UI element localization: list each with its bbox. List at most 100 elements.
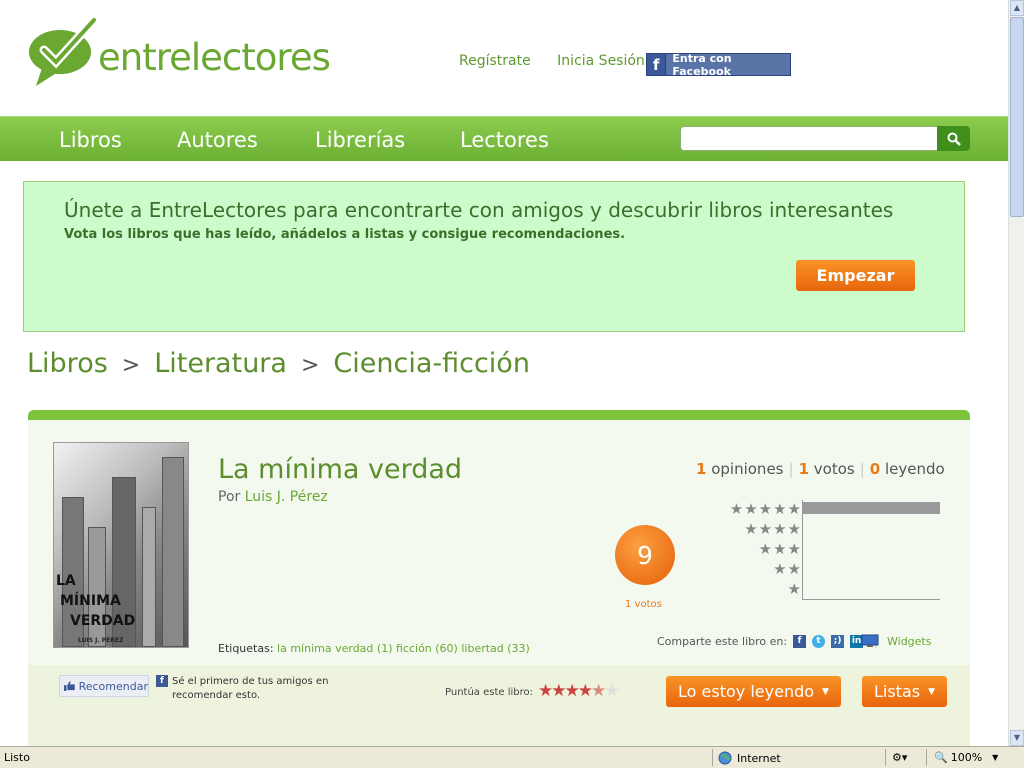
rate-star-filled[interactable]: ★★★★ bbox=[538, 681, 593, 701]
breadcrumb: Libros > Literatura > Ciencia-ficción bbox=[27, 348, 530, 379]
share-label: Comparte este libro en: bbox=[657, 634, 788, 648]
distribution-stars-label: ★★★★ bbox=[744, 520, 802, 538]
breadcrumb-literatura[interactable]: Literatura bbox=[154, 348, 287, 379]
scroll-down-arrow-icon[interactable]: ▼ bbox=[1010, 730, 1024, 746]
vertical-scrollbar[interactable]: ▲ ▼ bbox=[1008, 0, 1024, 746]
nav-item-librerias[interactable]: Librerías bbox=[315, 128, 405, 152]
facebook-icon: f bbox=[647, 54, 667, 75]
search-input[interactable] bbox=[680, 126, 938, 151]
recommend-label: Recomendar bbox=[78, 679, 148, 693]
chevron-down-icon: ▼ bbox=[822, 686, 829, 697]
reading-status-button[interactable]: Lo estoy leyendo ▼ bbox=[666, 676, 841, 707]
lists-button-label: Listas bbox=[873, 682, 921, 701]
votes-count: 1 bbox=[798, 460, 809, 478]
status-divider bbox=[885, 749, 886, 766]
logo-text: entrelectores bbox=[98, 36, 331, 79]
rating-distribution: ★★★★★ ★★★★ ★★★ ★★ ★ bbox=[718, 500, 942, 600]
tuenti-share-icon[interactable]: ;) bbox=[831, 634, 845, 648]
reading-button-label: Lo estoy leyendo bbox=[678, 682, 815, 701]
scroll-up-arrow-icon[interactable]: ▲ bbox=[1010, 0, 1024, 16]
distribution-stars-label: ★★ bbox=[773, 560, 802, 578]
distribution-baseline bbox=[802, 599, 940, 600]
protected-mode-icon[interactable]: ⚙▾ bbox=[892, 751, 907, 764]
book-card: LA MÍNIMA VERDAD LUIS J. PÉREZ La mínima… bbox=[28, 410, 970, 746]
lists-button[interactable]: Listas ▼ bbox=[862, 676, 947, 707]
nav-item-lectores[interactable]: Lectores bbox=[460, 128, 549, 152]
rate-stars[interactable]: ★★★★★★ bbox=[538, 681, 620, 701]
nav-item-autores[interactable]: Autores bbox=[177, 128, 258, 152]
distribution-stars-label: ★ bbox=[787, 580, 802, 598]
promo-title: Únete a EntreLectores para encontrarte c… bbox=[64, 198, 894, 222]
cover-building bbox=[162, 457, 184, 647]
cover-building bbox=[142, 507, 156, 647]
score-badge: 9 bbox=[615, 525, 675, 585]
rate-star-half[interactable]: ★ bbox=[591, 681, 606, 701]
widgets-label: Widgets bbox=[887, 634, 932, 648]
thumbs-up-icon bbox=[64, 681, 75, 691]
score-votes: 1 votos bbox=[625, 599, 662, 610]
distribution-bar bbox=[802, 502, 940, 514]
rate-label: Puntúa este libro: bbox=[445, 687, 533, 698]
book-author-line: Por Luis J. Pérez bbox=[218, 489, 328, 505]
widgets-link[interactable]: Widgets bbox=[861, 634, 932, 648]
twitter-share-icon[interactable]: t bbox=[812, 634, 826, 648]
chevron-down-icon: ▼ bbox=[928, 686, 936, 697]
register-link[interactable]: Regístrate bbox=[459, 53, 531, 69]
by-label: Por bbox=[218, 489, 241, 505]
cover-author: LUIS J. PÉREZ bbox=[78, 637, 124, 644]
facebook-share-icon[interactable]: f bbox=[793, 634, 807, 648]
distribution-stars-label: ★★★ bbox=[758, 540, 802, 558]
status-divider bbox=[712, 749, 713, 766]
breadcrumb-libros[interactable]: Libros bbox=[27, 348, 108, 379]
zoom-control[interactable]: 🔍 100% ▼ bbox=[934, 751, 998, 764]
book-actions-bar: Recomendar f Sé el primero de tus amigos… bbox=[28, 665, 970, 746]
tag-link[interactable]: ficción (60) bbox=[396, 642, 458, 655]
breadcrumb-ciencia-ficcion[interactable]: Ciencia-ficción bbox=[333, 348, 530, 379]
monitor-icon bbox=[861, 634, 879, 647]
start-button[interactable]: Empezar bbox=[796, 260, 915, 291]
search-button[interactable] bbox=[937, 126, 970, 151]
opinions-label[interactable]: opiniones bbox=[711, 460, 783, 478]
rate-star-empty[interactable]: ★ bbox=[604, 681, 619, 701]
login-link[interactable]: Inicia Sesión bbox=[557, 53, 645, 69]
zoom-icon: 🔍 bbox=[934, 751, 948, 764]
scrollbar-thumb[interactable] bbox=[1010, 17, 1024, 217]
stats-divider: | bbox=[859, 460, 865, 478]
reading-label[interactable]: leyendo bbox=[885, 460, 945, 478]
security-zone: Internet bbox=[718, 751, 781, 765]
site-logo[interactable]: entrelectores bbox=[28, 14, 338, 90]
author-link[interactable]: Luis J. Pérez bbox=[245, 489, 328, 505]
breadcrumb-separator: > bbox=[300, 353, 320, 378]
zone-label: Internet bbox=[737, 751, 781, 765]
opinions-count: 1 bbox=[696, 460, 707, 478]
facebook-small-icon: f bbox=[156, 675, 168, 687]
cover-title-line: LA bbox=[56, 573, 76, 589]
distribution-axis bbox=[802, 500, 803, 600]
book-stats: 1 opiniones | 1 votos | 0 leyendo bbox=[696, 460, 945, 478]
nav-item-libros[interactable]: Libros bbox=[59, 128, 122, 152]
tag-link[interactable]: la mínima verdad (1) bbox=[277, 642, 392, 655]
book-title: La mínima verdad bbox=[218, 454, 463, 485]
recommend-text: Sé el primero de tus amigos en recomenda… bbox=[172, 676, 329, 701]
zoom-level: 100% bbox=[950, 751, 983, 764]
recommend-button[interactable]: Recomendar bbox=[59, 675, 149, 697]
tag-link[interactable]: libertad (33) bbox=[461, 642, 530, 655]
tags-line: Etiquetas: la mínima verdad (1) ficción … bbox=[218, 642, 530, 655]
top-links: Regístrate Inicia Sesión bbox=[459, 53, 667, 69]
distribution-stars-label: ★★★★★ bbox=[729, 500, 802, 518]
main-nav: Libros Autores Librerías Lectores bbox=[0, 116, 1008, 161]
web-page: entrelectores Regístrate Inicia Sesión f… bbox=[0, 0, 1008, 746]
promo-subtitle: Vota los libros que has leído, añádelos … bbox=[64, 227, 626, 242]
book-cover[interactable]: LA MÍNIMA VERDAD LUIS J. PÉREZ bbox=[53, 442, 189, 648]
votes-label[interactable]: votos bbox=[814, 460, 855, 478]
status-text: Listo bbox=[4, 751, 30, 764]
tags-label: Etiquetas: bbox=[218, 642, 274, 655]
facebook-button-label: Entra con Facebook bbox=[672, 51, 732, 78]
join-promo-box: Únete a EntreLectores para encontrarte c… bbox=[23, 181, 965, 332]
status-divider bbox=[926, 749, 927, 766]
stats-divider: | bbox=[788, 460, 794, 478]
zoom-chevron-down-icon: ▼ bbox=[992, 753, 999, 762]
search-icon bbox=[947, 132, 961, 146]
facebook-login-button[interactable]: f Entra con Facebook bbox=[646, 51, 791, 78]
globe-icon bbox=[718, 751, 732, 765]
